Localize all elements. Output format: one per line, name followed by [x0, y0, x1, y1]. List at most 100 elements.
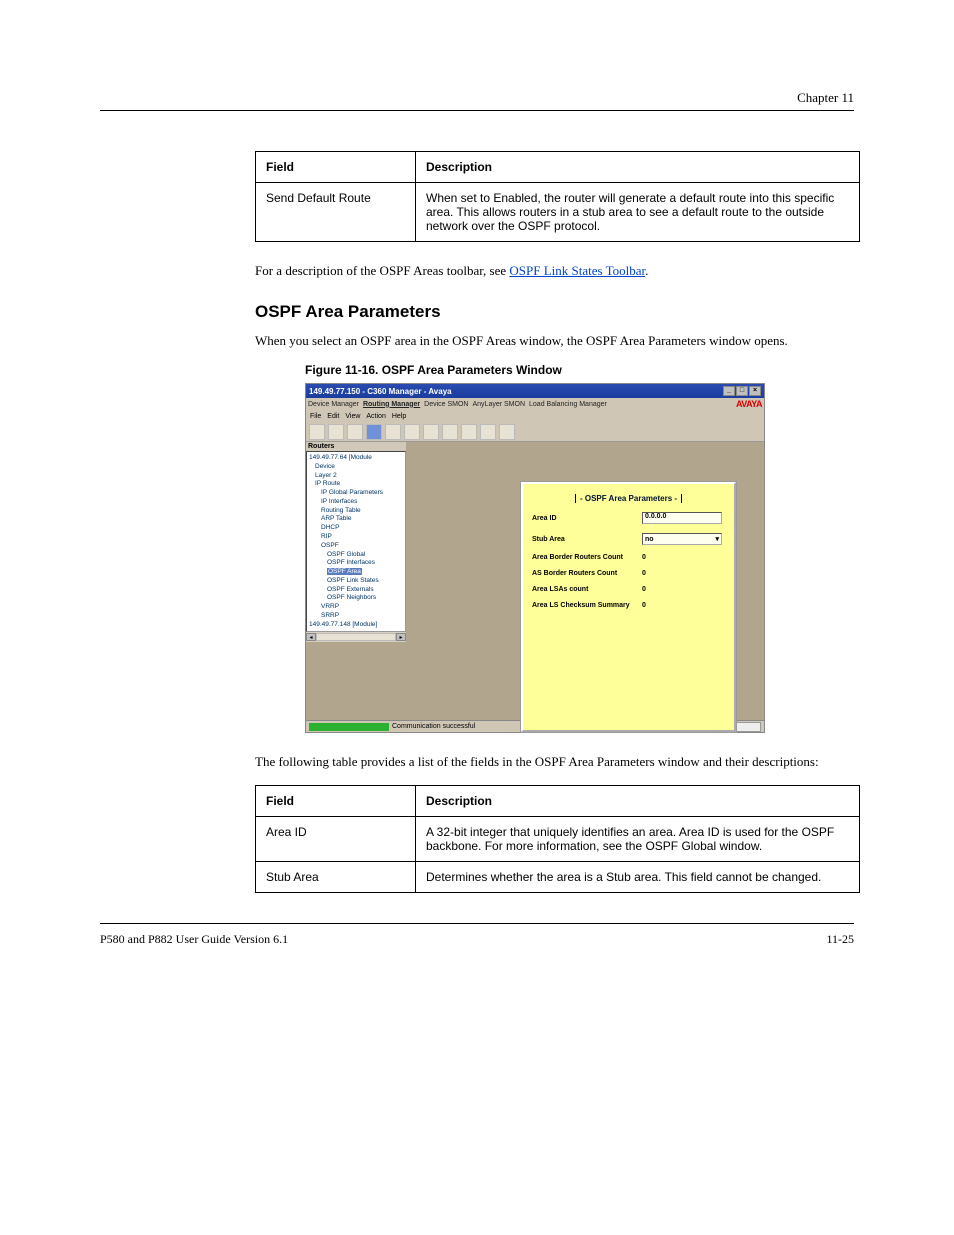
toolbar-button[interactable] — [366, 424, 382, 440]
label-lsa-count: Area LSAs count — [532, 586, 642, 593]
menu-file[interactable]: File — [310, 413, 321, 420]
tree-node[interactable]: OSPF Externals — [309, 586, 405, 595]
th-field: Field — [256, 785, 416, 816]
para-intro: When you select an OSPF area in the OSPF… — [255, 332, 854, 350]
avaya-logo: AVAYA — [736, 399, 762, 409]
page-footer: P580 and P882 User Guide Version 6.1 11-… — [100, 932, 854, 947]
td-field: Stub Area — [256, 861, 416, 892]
value-abr-count: 0 — [642, 554, 725, 561]
tab-device-manager[interactable]: Device Manager — [308, 401, 359, 408]
tab-load-balancing[interactable]: Load Balancing Manager — [529, 401, 607, 408]
value-cksum: 0 — [642, 602, 725, 609]
toolbar-button[interactable] — [423, 424, 439, 440]
panel-title: - OSPF Area Parameters - — [575, 494, 682, 503]
maximize-button[interactable]: □ — [736, 386, 748, 396]
input-area-id[interactable]: 0.0.0.0 — [642, 512, 722, 524]
tree-node[interactable]: 149.49.77.148 [Module] — [309, 621, 405, 630]
status-text: Communication successful — [392, 723, 475, 730]
td-field: Send Default Route — [256, 183, 416, 242]
tree-node[interactable]: OSPF — [309, 542, 405, 551]
menu-help[interactable]: Help — [392, 413, 406, 420]
content-canvas: - OSPF Area Parameters - Area ID 0.0.0.0… — [406, 442, 764, 720]
menu-bar: File Edit View Action Help — [306, 410, 764, 422]
tree-node[interactable]: IP Route — [309, 480, 405, 489]
page-header: Chapter 11 — [100, 90, 854, 106]
toolbar-button[interactable] — [461, 424, 477, 440]
footer-left: P580 and P882 User Guide Version 6.1 — [100, 932, 288, 947]
select-stub-value: no — [645, 536, 654, 543]
tree-node[interactable]: IP Interfaces — [309, 498, 405, 507]
tree-node[interactable]: OSPF Link States — [309, 577, 405, 586]
td-desc: When set to Enabled, the router will gen… — [416, 183, 860, 242]
para-link-a: For a description of the OSPF Areas tool… — [255, 263, 509, 278]
tree-scrollbar[interactable]: ◂ ▸ — [306, 632, 406, 642]
tree-node[interactable]: Layer 2 — [309, 472, 405, 481]
titlebar: 149.49.77.150 - C360 Manager - Avaya _ □… — [306, 384, 764, 398]
tree-node[interactable]: DHCP — [309, 524, 405, 533]
label-stub-area: Stub Area — [532, 536, 642, 543]
tab-routing-manager[interactable]: Routing Manager — [363, 401, 420, 408]
tree-node-selected[interactable]: OSPF Area — [327, 568, 362, 575]
close-button[interactable]: × — [749, 386, 761, 396]
app-window: 149.49.77.150 - C360 Manager - Avaya _ □… — [305, 383, 765, 733]
nav-tree[interactable]: 149.49.77.64 [Module Device Layer 2 IP R… — [306, 451, 406, 632]
para-link: For a description of the OSPF Areas tool… — [255, 262, 854, 280]
menu-edit[interactable]: Edit — [327, 413, 339, 420]
minimize-button[interactable]: _ — [723, 386, 735, 396]
td-desc: A 32-bit integer that uniquely identifie… — [416, 816, 860, 861]
tab-device-smon[interactable]: Device SMON — [424, 401, 468, 408]
tree-node[interactable]: IP Global Parameters — [309, 489, 405, 498]
section-heading: OSPF Area Parameters — [255, 302, 854, 322]
label-cksum: Area LS Checksum Summary — [532, 602, 642, 609]
td-field: Area ID — [256, 816, 416, 861]
tree-node[interactable]: VRRP — [309, 603, 405, 612]
scroll-left-icon[interactable]: ◂ — [306, 633, 316, 641]
menu-action[interactable]: Action — [366, 413, 385, 420]
toolbar-button[interactable] — [385, 424, 401, 440]
tree-node[interactable]: 149.49.77.64 [Module — [309, 454, 405, 463]
para-link-b: . — [645, 263, 648, 278]
label-area-id: Area ID — [532, 515, 642, 522]
tab-row: Device Manager Routing Manager Device SM… — [306, 398, 764, 410]
tree-header: Routers — [306, 442, 406, 451]
tree-node[interactable]: Device — [309, 463, 405, 472]
menu-view[interactable]: View — [345, 413, 360, 420]
tab-anylayer-smon[interactable]: AnyLayer SMON — [472, 401, 525, 408]
tree-node[interactable]: OSPF Interfaces — [309, 559, 405, 568]
toolbar-button[interactable] — [309, 424, 325, 440]
toolbar-button[interactable] — [499, 424, 515, 440]
tree-node[interactable]: ARP Table — [309, 515, 405, 524]
label-abr-count: Area Border Routers Count — [532, 554, 642, 561]
status-indicator — [309, 723, 389, 731]
toolbar — [306, 422, 764, 442]
th-field: Field — [256, 152, 416, 183]
ospf-area-parameters-panel: - OSPF Area Parameters - Area ID 0.0.0.0… — [521, 482, 736, 732]
status-right-icon — [733, 722, 761, 732]
label-asbr-count: AS Border Routers Count — [532, 570, 642, 577]
toolbar-button[interactable] — [328, 424, 344, 440]
tree-node[interactable]: OSPF Global — [309, 551, 405, 560]
ospf-link-states-toolbar-link[interactable]: OSPF Link States Toolbar — [509, 263, 645, 278]
window-title: 149.49.77.150 - C360 Manager - Avaya — [309, 387, 452, 396]
field-table-2: Field Description Area ID A 32-bit integ… — [255, 785, 860, 893]
field-table-1: Field Description Send Default Route Whe… — [255, 151, 860, 242]
toolbar-button[interactable] — [480, 424, 496, 440]
tree-node[interactable]: SRRP — [309, 612, 405, 621]
tree-node[interactable]: OSPF Neighbors — [309, 594, 405, 603]
scroll-right-icon[interactable]: ▸ — [396, 633, 406, 641]
select-stub-area[interactable]: no — [642, 533, 722, 545]
toolbar-button[interactable] — [404, 424, 420, 440]
para-table-intro: The following table provides a list of t… — [255, 753, 854, 771]
footer-right: 11-25 — [826, 932, 854, 947]
footer-rule — [100, 923, 854, 924]
toolbar-button[interactable] — [442, 424, 458, 440]
value-lsa-count: 0 — [642, 586, 725, 593]
toolbar-button[interactable] — [347, 424, 363, 440]
figure-caption: Figure 11-16. OSPF Area Parameters Windo… — [305, 363, 854, 377]
td-desc: Determines whether the area is a Stub ar… — [416, 861, 860, 892]
tree-node[interactable]: Routing Table — [309, 507, 405, 516]
value-asbr-count: 0 — [642, 570, 725, 577]
th-desc: Description — [416, 785, 860, 816]
th-desc: Description — [416, 152, 860, 183]
tree-node[interactable]: RIP — [309, 533, 405, 542]
